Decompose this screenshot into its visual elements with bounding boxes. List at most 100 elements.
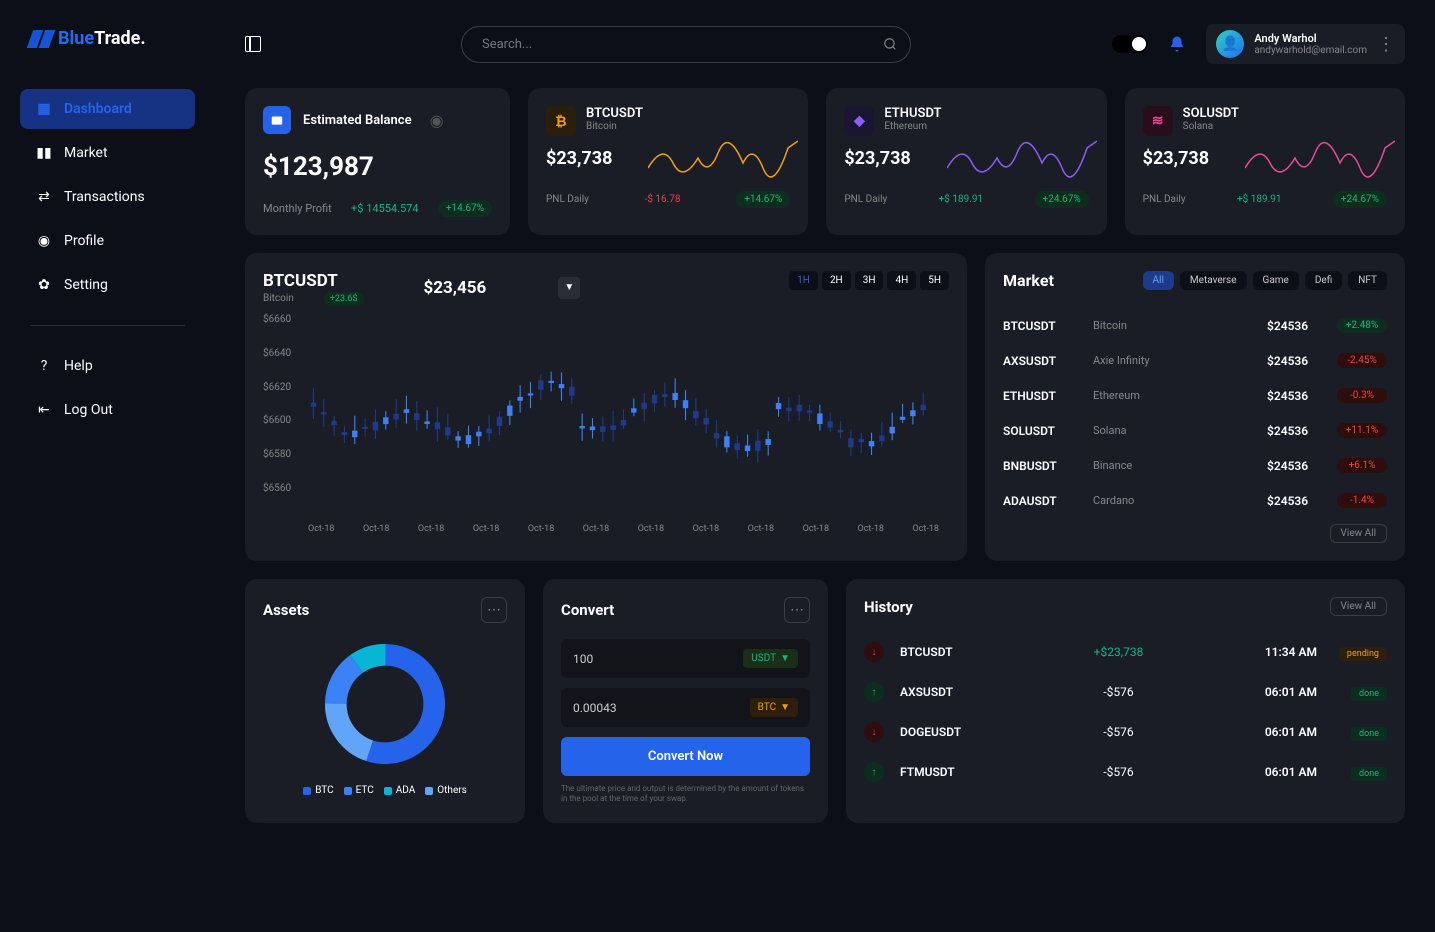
user-menu[interactable]: 👤 Andy Warhol andywarhold@email.com ⋮ xyxy=(1206,24,1405,64)
from-token-select[interactable]: USDT▼ xyxy=(743,649,798,668)
timeframe-2H[interactable]: 2H xyxy=(822,271,851,290)
market-symbol: BNBUSDT xyxy=(1003,459,1093,473)
profit-value: +$ 14554.574 xyxy=(351,202,419,215)
x-tick: Oct-18 xyxy=(363,524,389,534)
nav-label: Profile xyxy=(64,233,104,249)
nav-dashboard[interactable]: ▦Dashboard xyxy=(20,89,195,129)
timeframe-1H[interactable]: 1H xyxy=(789,271,818,290)
convert-to-input[interactable] xyxy=(573,701,673,715)
nav-transactions[interactable]: ⇄Transactions xyxy=(20,177,195,217)
donut-chart xyxy=(320,639,450,769)
market-tabs: All Metaverse Game Defi NFT xyxy=(1143,271,1387,290)
nav-label: Dashboard xyxy=(64,101,132,117)
market-row[interactable]: SOLUSDTSolana$24536+11.1% xyxy=(1003,413,1387,448)
tab-game[interactable]: Game xyxy=(1253,271,1299,290)
market-change: +2.48% xyxy=(1337,318,1387,333)
timeframe-4H[interactable]: 4H xyxy=(887,271,916,290)
more-icon[interactable]: ⋯ xyxy=(481,597,507,623)
market-row[interactable]: ETHUSDTEthereum$24536-0.3% xyxy=(1003,378,1387,413)
to-token-select[interactable]: BTC▼ xyxy=(750,698,798,717)
tab-defi[interactable]: Defi xyxy=(1305,271,1342,290)
history-row[interactable]: ↑FTMUSDT-$57606:01 AMdone xyxy=(864,752,1387,792)
tab-nft[interactable]: NFT xyxy=(1348,271,1387,290)
coin-icon: ≋ xyxy=(1143,106,1173,136)
timeframe-3H[interactable]: 3H xyxy=(855,271,884,290)
market-change: +11.1% xyxy=(1337,423,1387,438)
market-row[interactable]: BNBUSDTBinance$24536+6.1% xyxy=(1003,448,1387,483)
tab-metaverse[interactable]: Metaverse xyxy=(1180,271,1247,290)
primary-nav: ▦Dashboard ▮▮Market ⇄Transactions ◉ Profi… xyxy=(0,89,215,305)
market-name: Bitcoin xyxy=(1093,319,1267,332)
history-row[interactable]: ↑AXSUSDT-$57606:01 AMdone xyxy=(864,672,1387,712)
nav-label: Log Out xyxy=(64,402,113,418)
market-symbol: BTCUSDT xyxy=(1003,319,1093,333)
history-symbol: AXSUSDT xyxy=(900,685,1020,699)
chart-symbol: BTCUSDT xyxy=(263,271,364,291)
market-row[interactable]: BTCUSDTBitcoin$24536+2.48% xyxy=(1003,308,1387,343)
market-name: Solana xyxy=(1093,424,1267,437)
tab-all[interactable]: All xyxy=(1143,271,1174,290)
theme-toggle[interactable] xyxy=(1112,35,1148,53)
y-tick: $6640 xyxy=(263,348,291,359)
history-row[interactable]: ↓BTCUSDT+$23,73811:34 AMpending xyxy=(864,632,1387,672)
history-symbol: BTCUSDT xyxy=(900,645,1020,659)
market-row[interactable]: ADAUSDTCardano$24536-1.4% xyxy=(1003,483,1387,518)
more-icon[interactable]: ⋯ xyxy=(784,597,810,623)
convert-from-input[interactable] xyxy=(573,652,673,666)
bell-icon[interactable] xyxy=(1168,35,1186,53)
x-tick: Oct-18 xyxy=(858,524,884,534)
coin-card[interactable]: ≋SOLUSDTSolana$23,738PNL Daily+$ 189.91+… xyxy=(1125,88,1405,235)
timeframe-5H[interactable]: 5H xyxy=(920,271,949,290)
history-amount: -$576 xyxy=(1020,685,1217,699)
timeframe-tabs: 1H2H3H4H5H xyxy=(789,271,949,290)
history-status: done xyxy=(1317,685,1387,699)
legend-item: Others xyxy=(425,785,467,796)
coin-card[interactable]: ₿BTCUSDTBitcoin$23,738PNL Daily-$ 16.78+… xyxy=(528,88,808,235)
user-icon: ◉ xyxy=(36,233,52,249)
history-view-all[interactable]: View All xyxy=(1330,597,1387,616)
pnl-label: PNL Daily xyxy=(546,194,589,205)
candlestick-chart[interactable]: $6660$6640$6620$6600$6580$6560 Oct-18Oct… xyxy=(263,314,949,534)
kebab-icon[interactable]: ⋮ xyxy=(1377,34,1395,55)
history-amount: +$23,738 xyxy=(1020,645,1217,659)
sidebar: BlueTrade. ▦Dashboard ▮▮Market ⇄Transact… xyxy=(0,0,215,932)
market-row[interactable]: AXSUSDTAxie Infinity$24536-2.45% xyxy=(1003,343,1387,378)
eye-icon[interactable]: ◉ xyxy=(430,111,444,130)
search-input[interactable] xyxy=(461,26,911,63)
history-symbol: DOGEUSDT xyxy=(900,725,1020,739)
coin-name: Ethereum xyxy=(884,121,941,132)
coin-icon: ◆ xyxy=(844,106,874,136)
legend-item: ETC xyxy=(344,785,374,796)
history-time: 06:01 AM xyxy=(1217,765,1317,779)
market-price: $24536 xyxy=(1267,459,1337,473)
convert-to: BTC▼ xyxy=(561,688,810,727)
logo-text: BlueTrade. xyxy=(58,28,146,49)
sparkline xyxy=(648,133,798,188)
y-tick: $6560 xyxy=(263,483,291,494)
market-name: Ethereum xyxy=(1093,389,1267,402)
nav-label: Help xyxy=(64,358,93,374)
nav-profile[interactable]: ◉ Profile xyxy=(20,221,195,261)
x-tick: Oct-18 xyxy=(583,524,609,534)
convert-button[interactable]: Convert Now xyxy=(561,737,810,776)
history-status: pending xyxy=(1317,645,1387,659)
history-row[interactable]: ↓DOGEUSDT-$57606:01 AMdone xyxy=(864,712,1387,752)
x-tick: Oct-18 xyxy=(528,524,554,534)
market-symbol: SOLUSDT xyxy=(1003,424,1093,438)
panel-toggle-icon[interactable] xyxy=(245,36,261,52)
market-view-all[interactable]: View All xyxy=(1330,524,1387,543)
logo-icon xyxy=(30,30,52,48)
nav-setting[interactable]: ✿Setting xyxy=(20,265,195,305)
history-status: done xyxy=(1317,765,1387,779)
logo[interactable]: BlueTrade. xyxy=(0,28,215,49)
history-amount: -$576 xyxy=(1020,765,1217,779)
market-symbol: ADAUSDT xyxy=(1003,494,1093,508)
chevron-down-icon[interactable]: ▼ xyxy=(558,277,580,299)
coin-card[interactable]: ◆ETHUSDTEthereum$23,738PNL Daily+$ 189.9… xyxy=(826,88,1106,235)
nav-logout[interactable]: ⇤Log Out xyxy=(20,390,195,430)
coin-icon: ₿ xyxy=(546,106,576,136)
x-tick: Oct-18 xyxy=(803,524,829,534)
nav-market[interactable]: ▮▮Market xyxy=(20,133,195,173)
nav-help[interactable]: ?Help xyxy=(20,346,195,386)
pnl-value: -$ 16.78 xyxy=(645,194,681,205)
